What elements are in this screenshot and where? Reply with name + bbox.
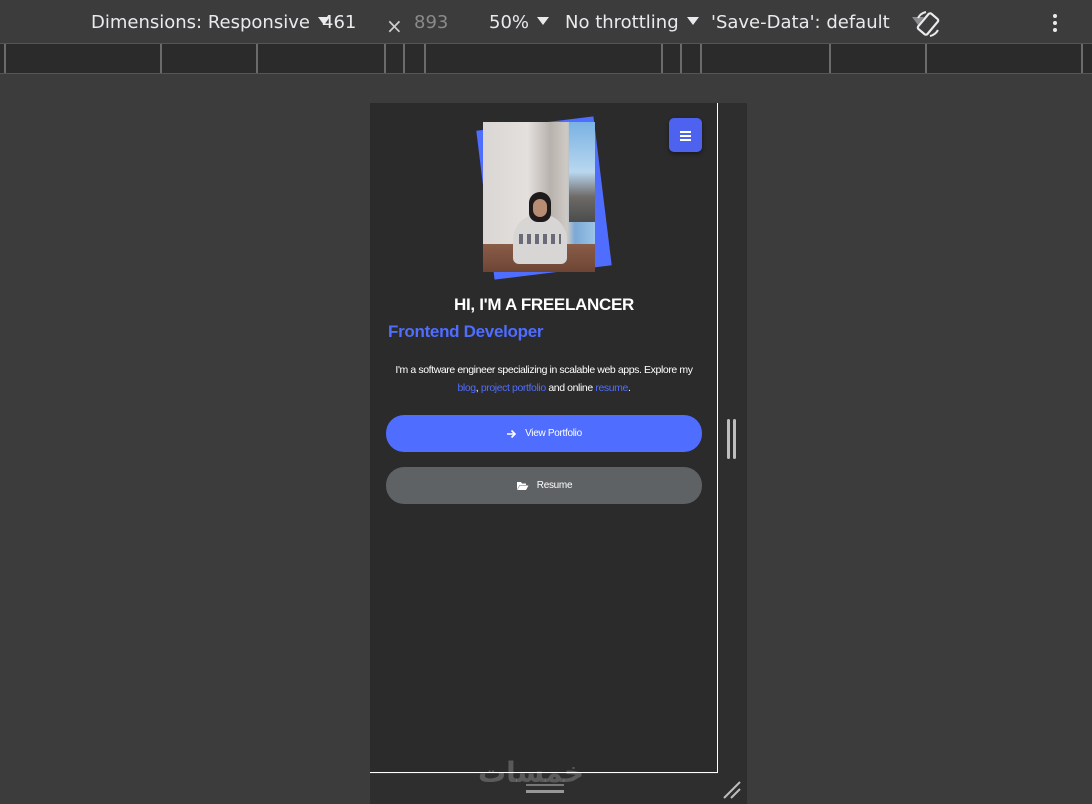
throttling-dropdown[interactable]: No throttling	[565, 12, 699, 34]
zoom-caret-icon	[537, 17, 550, 25]
media-query-segment[interactable]	[403, 44, 405, 73]
portfolio-link[interactable]: project portfolio	[481, 382, 546, 394]
photo-sweater-pattern	[519, 234, 561, 244]
height-input[interactable]: 893	[414, 12, 448, 34]
media-query-segment[interactable]	[700, 44, 702, 73]
save-data-dropdown[interactable]: 'Save-Data': default	[711, 12, 924, 34]
times-icon: ×	[386, 14, 403, 38]
blog-link[interactable]: blog	[457, 382, 476, 394]
throttling-caret-icon	[686, 17, 699, 25]
view-portfolio-label: View Portfolio	[525, 428, 582, 439]
folder-open-icon	[516, 481, 529, 490]
media-query-segment[interactable]	[160, 44, 162, 73]
resize-grip-icon	[727, 419, 737, 459]
profile-photo-frame	[475, 115, 612, 285]
media-query-segment[interactable]	[384, 44, 386, 73]
throttling-label: No throttling	[565, 12, 679, 33]
media-query-segment[interactable]	[1081, 44, 1083, 73]
view-portfolio-button[interactable]: View Portfolio	[386, 415, 702, 452]
viewport-right-resize-handle[interactable]	[718, 103, 747, 804]
hamburger-icon	[680, 135, 691, 137]
hero-role: Frontend Developer	[388, 322, 544, 341]
description-period: .	[627, 382, 631, 394]
corner-resize-icon[interactable]	[720, 778, 742, 800]
media-query-segment[interactable]	[424, 44, 426, 73]
media-query-segment[interactable]	[661, 44, 663, 73]
description-and-online: and online	[548, 382, 593, 394]
more-options-icon[interactable]	[1048, 12, 1062, 34]
dimensions-label: Dimensions: Responsive	[91, 12, 310, 33]
media-query-segment[interactable]	[680, 44, 682, 73]
description-intro: I'm a software engineer specializing in …	[395, 364, 693, 376]
watermark-underline	[526, 784, 564, 786]
hamburger-icon	[680, 139, 691, 141]
save-data-label: 'Save-Data': default	[711, 12, 890, 33]
media-query-segment[interactable]	[256, 44, 258, 73]
device-toolbar: Dimensions: Responsive 461 × 893 50% No …	[0, 0, 1092, 44]
hero-description: I'm a software engineer specializing in …	[388, 361, 700, 397]
zoom-label: 50%	[489, 12, 530, 33]
media-query-segment[interactable]	[4, 44, 6, 73]
zoom-dropdown[interactable]: 50%	[489, 12, 550, 34]
hero-title: HI, I'M A FREELANCER	[453, 295, 634, 314]
dimensions-dropdown[interactable]: Dimensions: Responsive	[91, 12, 330, 34]
media-query-segment[interactable]	[829, 44, 831, 73]
media-query-segment[interactable]	[925, 44, 927, 73]
rotate-icon[interactable]	[914, 10, 942, 38]
device-viewport: HI, I'M A FREELANCER Frontend Developer …	[370, 103, 718, 773]
watermark-underline	[526, 790, 564, 793]
media-query-bar	[0, 44, 1092, 74]
width-input[interactable]: 461	[322, 12, 356, 34]
hamburger-icon	[680, 131, 691, 133]
arrow-right-icon	[507, 429, 517, 438]
resume-label: Resume	[536, 480, 573, 491]
resume-link[interactable]: resume	[595, 382, 628, 394]
profile-photo	[483, 122, 595, 272]
photo-person-face	[533, 199, 547, 217]
resume-button[interactable]: Resume	[386, 467, 702, 504]
description-separator: ,	[475, 382, 479, 394]
photo-window	[569, 122, 595, 222]
menu-button[interactable]	[669, 118, 702, 152]
